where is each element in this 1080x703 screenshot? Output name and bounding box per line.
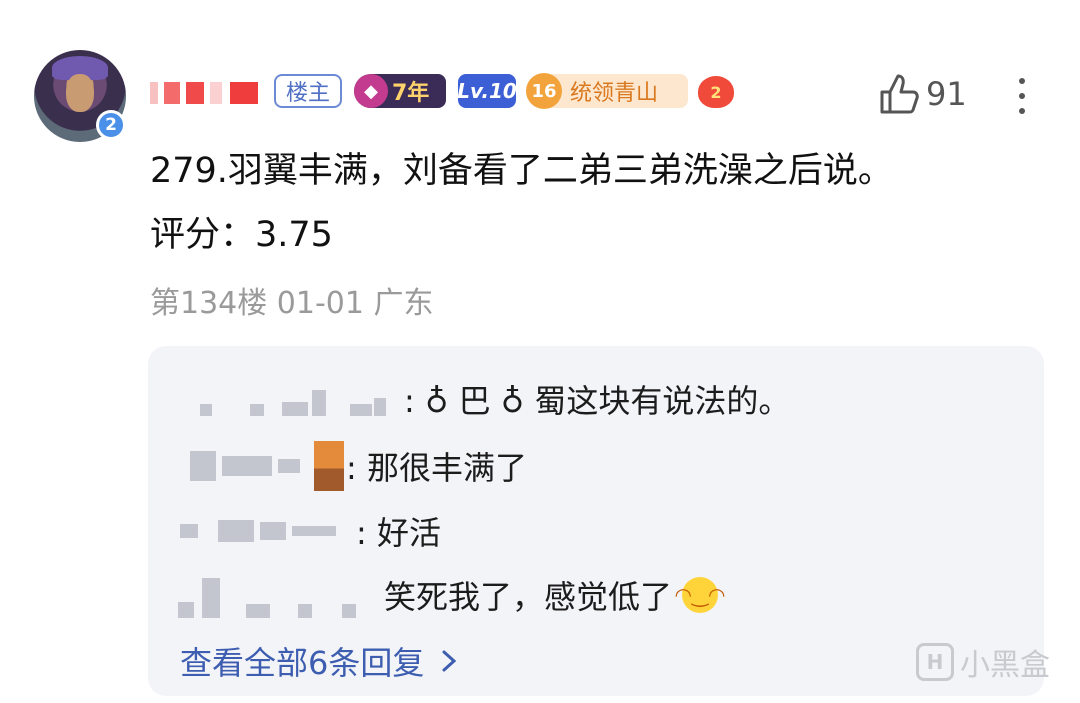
reply-text: : 好活 [356,514,441,552]
like-button[interactable]: 91 [878,72,967,116]
avatar-face [66,74,94,112]
membership-years-tag: ◆ 7年 [354,74,446,108]
membership-years-label: 7年 [392,81,430,106]
post-content-line-1: 279.羽翼丰满，刘备看了二弟三弟洗澡之后说。 [150,151,893,191]
title-level-icon: 16 [526,73,562,109]
post-content-line-2: 评分：3.75 [150,215,333,255]
watermark: H 小黑盒 [916,640,1050,684]
medal-icon: 2 [698,76,734,108]
owner-tag: 楼主 [274,74,342,108]
reply-item[interactable]: 笑死我了，感觉低了 ◠‿◠ [178,572,726,618]
view-all-replies-label: 查看全部6条回复 [180,644,425,682]
reply-text: 笑死我了，感觉低了 [384,578,673,616]
watermark-label: 小黑盒 [960,648,1050,683]
reply-username-mosaic [200,382,404,416]
post-meta: 第134楼 01-01 广东 [150,286,434,321]
reply-text: : ♁ 巴 ♁ 蜀这块有说法的。 [404,382,791,420]
reply-text: : 那很丰满了 [346,449,527,487]
reply-username-mosaic [180,513,356,549]
view-all-replies-link[interactable]: 查看全部6条回复 [180,638,464,684]
reply-item[interactable]: : 那很丰满了 [190,440,527,492]
diamond-icon: ◆ [354,74,388,108]
user-title-label: 统领青山 [570,81,659,106]
username-mosaic[interactable] [150,76,262,108]
thumb-up-icon [880,74,919,114]
laughing-emoji-icon: ◠‿◠ [675,577,726,613]
chevron-right-icon [442,650,457,672]
xiaoheihe-logo-icon: H [916,643,954,681]
user-level-tag: Lv.10 [457,74,517,108]
reply-item[interactable]: : ♁ 巴 ♁ 蜀这块有说法的。 [200,376,790,422]
user-title-tag: 16 统领青山 [526,73,688,109]
reply-username-mosaic [178,572,384,618]
reply-item[interactable]: : 好活 [180,508,441,554]
like-count: 91 [926,75,967,113]
reply-username-mosaic [190,440,346,492]
more-options-icon[interactable] [1010,74,1034,118]
user-level-badge: 2 [96,110,126,140]
